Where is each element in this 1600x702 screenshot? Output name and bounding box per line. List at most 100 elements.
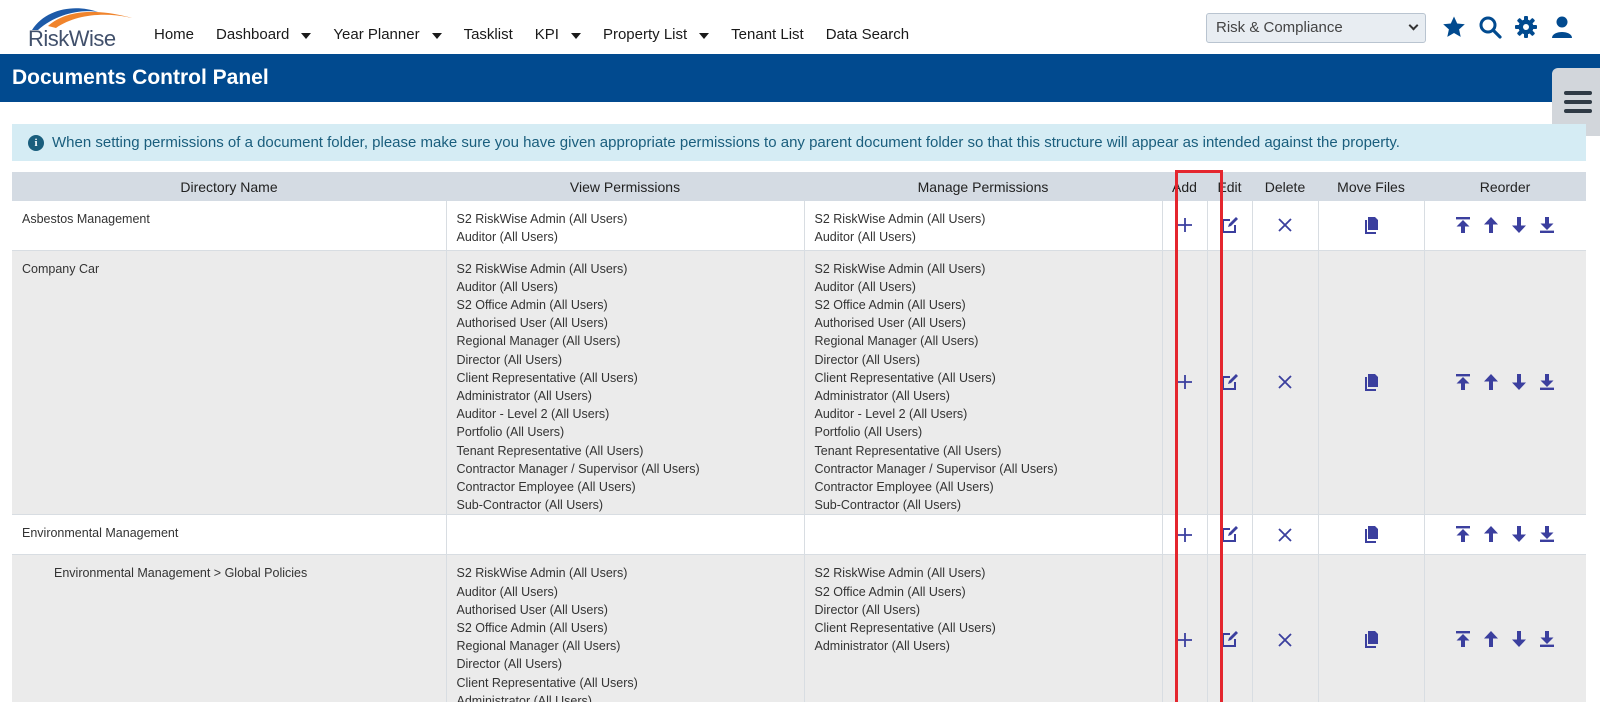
add-folder-icon[interactable] xyxy=(1174,371,1196,393)
directory-name: Asbestos Management xyxy=(12,201,446,251)
move-down-icon[interactable] xyxy=(1508,628,1530,650)
move-files-icon[interactable] xyxy=(1360,214,1382,236)
alert-text: When setting permissions of a document f… xyxy=(52,134,1400,151)
move-to-bottom-icon[interactable] xyxy=(1536,371,1558,393)
nav-item-tenant-list[interactable]: Tenant List xyxy=(731,26,804,43)
manage-permissions-cell: S2 RiskWise Admin (All Users) S2 Office A… xyxy=(803,554,1162,702)
chevron-down-icon xyxy=(1408,20,1419,31)
riskwise-logo[interactable]: RiskWise xyxy=(26,4,136,51)
search-icon[interactable] xyxy=(1478,14,1502,40)
reorder-cell xyxy=(1423,250,1586,516)
move-to-bottom-icon[interactable] xyxy=(1536,523,1558,545)
nav-item-year-planner[interactable]: Year Planner xyxy=(333,26,442,43)
gear-icon[interactable] xyxy=(1514,14,1538,40)
move-files-icon[interactable] xyxy=(1360,523,1382,545)
module-select-value: Risk & Compliance xyxy=(1216,19,1343,36)
reorder-controls xyxy=(1452,214,1558,236)
directory-name: Environmental Management > Global Polici… xyxy=(12,554,446,702)
permission-entry: Auditor (All Users) xyxy=(814,230,916,245)
permission-entry: Sub-Contractor (All Users) xyxy=(814,498,962,513)
logo-text: RiskWise xyxy=(28,26,116,51)
add-cell xyxy=(1161,554,1207,702)
move-up-icon[interactable] xyxy=(1480,523,1502,545)
permission-entry: Regional Manager (All Users) xyxy=(456,639,621,654)
move-to-bottom-icon[interactable] xyxy=(1536,628,1558,650)
delete-cell xyxy=(1251,514,1318,556)
view-permissions-cell: S2 RiskWise Admin (All Users) Auditor (Al… xyxy=(445,201,804,251)
title-bar: Documents Control Panel xyxy=(0,54,1600,102)
nav-item-label: Property List xyxy=(602,26,688,43)
column-header-directory-name: Directory Name xyxy=(12,172,446,201)
move-down-icon[interactable] xyxy=(1508,371,1530,393)
move-up-icon[interactable] xyxy=(1480,628,1502,650)
view-permissions-cell: S2 RiskWise Admin (All Users) Auditor (Al… xyxy=(445,554,804,702)
permission-entry: Auditor (All Users) xyxy=(456,584,558,599)
move-to-top-icon[interactable] xyxy=(1452,628,1474,650)
edit-icon[interactable] xyxy=(1219,214,1241,236)
add-folder-icon[interactable] xyxy=(1174,524,1196,546)
table-row: Company Car S2 RiskWise Admin (All Users)… xyxy=(12,250,1586,516)
permission-entry: Client Representative (All Users) xyxy=(456,675,638,690)
permission-entry: Administrator (All Users) xyxy=(814,388,950,403)
nav-item-dashboard[interactable]: Dashboard xyxy=(216,26,312,43)
add-folder-icon[interactable] xyxy=(1174,629,1196,651)
move-to-top-icon[interactable] xyxy=(1452,214,1474,236)
move-down-icon[interactable] xyxy=(1508,214,1530,236)
move-to-top-icon[interactable] xyxy=(1452,371,1474,393)
permission-entry: Sub-Contractor (All Users) xyxy=(456,498,604,513)
permission-entry: Auditor (All Users) xyxy=(456,279,558,294)
delete-icon[interactable] xyxy=(1274,371,1296,393)
edit-icon[interactable] xyxy=(1219,371,1241,393)
column-header-reorder: Reorder xyxy=(1424,172,1586,201)
nav-item-home[interactable]: Home xyxy=(154,26,194,43)
module-select[interactable]: Risk & Compliance xyxy=(1206,13,1426,43)
reorder-controls xyxy=(1452,523,1558,545)
info-icon: i xyxy=(28,134,44,151)
permission-entry: Auditor - Level 2 (All Users) xyxy=(814,407,968,422)
nav-item-property-list[interactable]: Property List xyxy=(602,26,710,43)
table-row: Environmental Management > Global Polici… xyxy=(12,554,1586,702)
permission-entry: Client Representative (All Users) xyxy=(814,620,996,635)
delete-icon[interactable] xyxy=(1274,214,1296,236)
move-down-icon[interactable] xyxy=(1508,523,1530,545)
permission-entry: S2 Office Admin (All Users) xyxy=(814,584,966,599)
permission-entry: Client Representative (All Users) xyxy=(456,370,638,385)
nav-item-kpi[interactable]: KPI xyxy=(535,26,581,43)
move-up-icon[interactable] xyxy=(1480,371,1502,393)
permission-entry: S2 RiskWise Admin (All Users) xyxy=(814,212,986,226)
move-files-icon[interactable] xyxy=(1360,371,1382,393)
edit-icon[interactable] xyxy=(1219,523,1241,545)
manage-permissions-cell: S2 RiskWise Admin (All Users) Auditor (Al… xyxy=(803,201,1162,251)
permission-entry: Auditor (All Users) xyxy=(456,230,558,245)
column-header-add: Add xyxy=(1162,172,1207,201)
delete-icon[interactable] xyxy=(1274,629,1296,651)
move-files-cell xyxy=(1317,201,1424,251)
nav-item-label: Data Search xyxy=(825,26,910,43)
nav-item-data-search[interactable]: Data Search xyxy=(826,26,909,43)
add-folder-icon[interactable] xyxy=(1174,214,1196,236)
edit-icon[interactable] xyxy=(1219,628,1241,650)
move-to-bottom-icon[interactable] xyxy=(1536,214,1558,236)
move-up-icon[interactable] xyxy=(1480,214,1502,236)
user-icon[interactable] xyxy=(1550,14,1574,40)
permission-entry: Administrator (All Users) xyxy=(814,639,950,654)
add-cell xyxy=(1161,201,1207,251)
delete-icon[interactable] xyxy=(1274,524,1296,546)
column-header-move-files: Move Files xyxy=(1318,172,1424,201)
permission-entry: Authorised User (All Users) xyxy=(456,602,608,617)
caret-down-icon xyxy=(431,32,442,39)
nav-item-tasklist[interactable]: Tasklist xyxy=(464,26,513,43)
move-files-icon[interactable] xyxy=(1360,628,1382,650)
permission-entry: Auditor - Level 2 (All Users) xyxy=(456,407,610,422)
star-icon[interactable] xyxy=(1442,14,1466,40)
info-alert: i When setting permissions of a document… xyxy=(12,124,1586,161)
permission-entry: S2 Office Admin (All Users) xyxy=(456,620,608,635)
hamburger-icon-line xyxy=(1564,109,1592,113)
permission-entry: S2 Office Admin (All Users) xyxy=(456,297,608,312)
caret-down-icon xyxy=(570,32,581,39)
permission-entry: Director (All Users) xyxy=(814,602,921,617)
add-cell xyxy=(1161,250,1207,516)
permission-entry: Authorised User (All Users) xyxy=(456,316,608,331)
move-to-top-icon[interactable] xyxy=(1452,523,1474,545)
reorder-controls xyxy=(1452,628,1558,650)
